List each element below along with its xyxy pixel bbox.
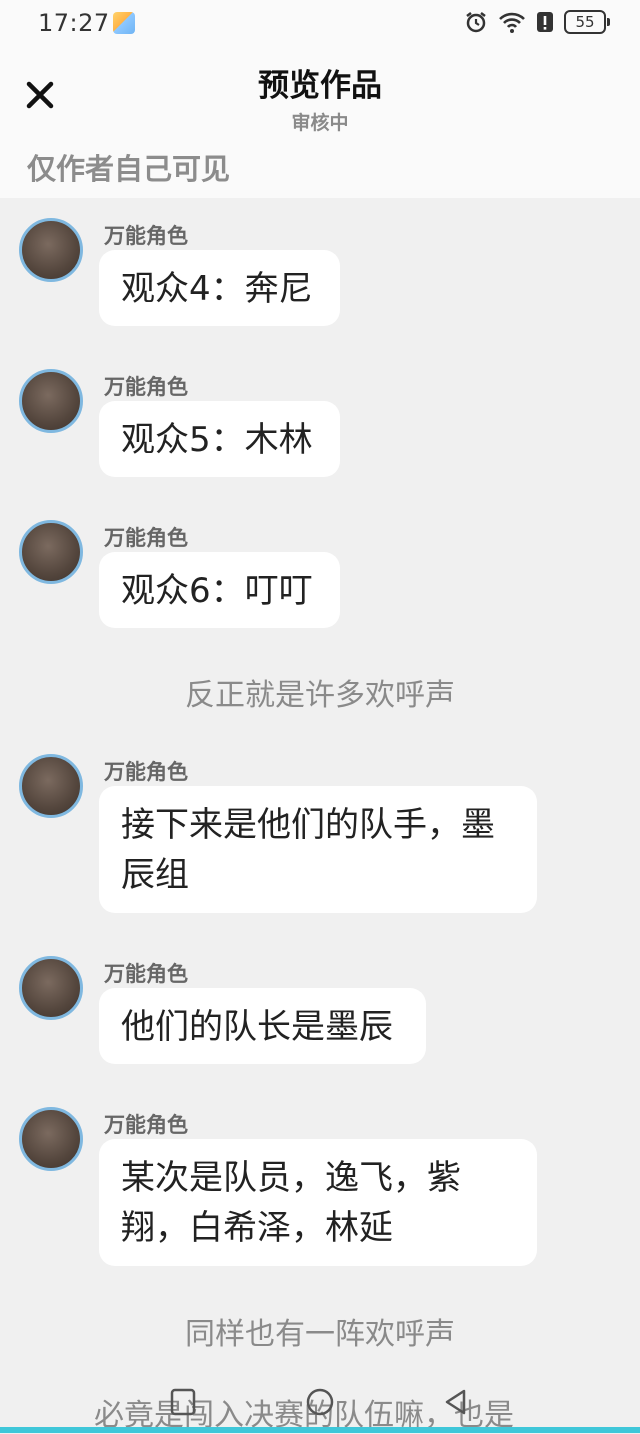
role-name: 万能角色: [104, 375, 188, 399]
message-bubble[interactable]: 接下来是他们的队手，墨辰组: [99, 786, 537, 913]
navigation-bar: [0, 1380, 640, 1433]
avatar[interactable]: [19, 1107, 83, 1171]
visibility-note: 仅作者自己可见: [27, 152, 231, 186]
message-bubble[interactable]: 他们的队长是墨辰: [99, 988, 426, 1064]
alarm-icon: [466, 12, 486, 33]
role-name: 万能角色: [104, 962, 188, 986]
wifi-icon: [499, 12, 525, 33]
avatar[interactable]: [19, 956, 83, 1020]
recent-apps-icon[interactable]: [167, 1386, 199, 1418]
avatar[interactable]: [19, 218, 83, 282]
message-bubble[interactable]: 观众4：奔尼: [99, 250, 340, 326]
battery-icon: 55: [564, 10, 610, 34]
battery-level: 55: [575, 12, 595, 31]
message-bubble[interactable]: 观众6：叮叮: [99, 552, 340, 628]
weather-icon: [113, 12, 135, 34]
avatar[interactable]: [19, 754, 83, 818]
home-icon[interactable]: [304, 1386, 336, 1418]
top-header: 17:27 55 预览作品 审核中 仅作者自己可见: [0, 0, 640, 198]
avatar[interactable]: [19, 369, 83, 433]
status-icons: 55: [464, 10, 610, 34]
back-icon[interactable]: [440, 1386, 472, 1418]
message-bubble[interactable]: 某次是队员，逸飞，紫翔，白希泽，林延: [99, 1139, 537, 1266]
accent-bar: [0, 1427, 640, 1433]
page-title: 预览作品: [258, 68, 382, 104]
alert-icon: [537, 12, 553, 32]
chat-list[interactable]: 万能角色 观众4：奔尼 万能角色 观众5：木林 万能角色 观众6：叮叮 反正就是…: [0, 198, 640, 1433]
narration-text: 同样也有一阵欢呼声: [185, 1317, 455, 1352]
role-name: 万能角色: [104, 526, 188, 550]
role-name: 万能角色: [104, 224, 188, 248]
role-name: 万能角色: [104, 1113, 188, 1137]
review-status: 审核中: [291, 112, 349, 134]
status-time: 17:27: [38, 9, 110, 37]
avatar[interactable]: [19, 520, 83, 584]
role-name: 万能角色: [104, 760, 188, 784]
message-bubble[interactable]: 观众5：木林: [99, 401, 340, 477]
narration-text: 反正就是许多欢呼声: [185, 678, 455, 713]
